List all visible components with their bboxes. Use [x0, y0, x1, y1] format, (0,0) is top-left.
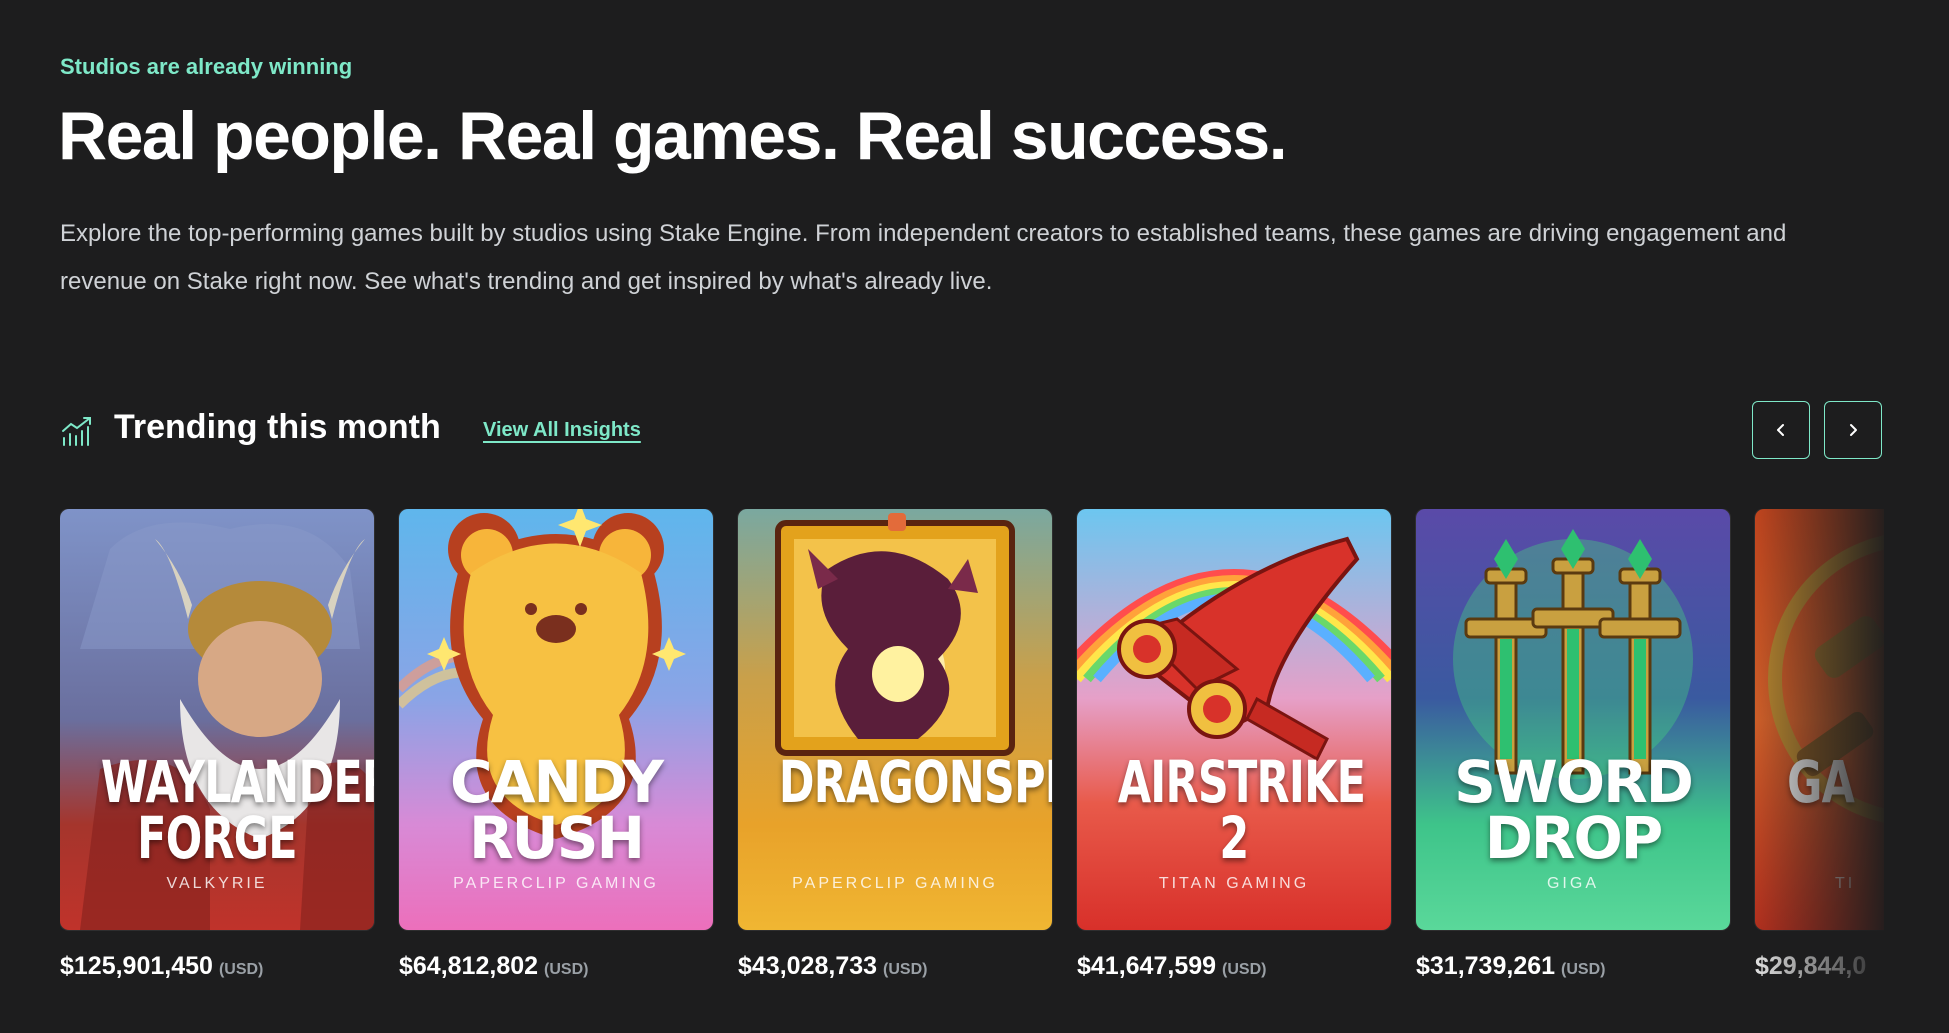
game-cover[interactable]: GA TI: [1755, 509, 1884, 930]
game-cover[interactable]: CANDY RUSH PAPERCLIP GAMING: [399, 509, 713, 930]
game-title: CANDY RUSH: [450, 748, 664, 872]
chevron-right-icon: [1850, 424, 1857, 436]
earnings-amount: $64,812,802: [399, 952, 539, 980]
studio-name: VALKYRIE: [166, 875, 268, 892]
section-eyebrow: Studios are already winning: [60, 54, 353, 79]
trending-chart-icon: [62, 417, 91, 446]
earnings-currency: (USD): [1561, 961, 1606, 978]
intro-paragraph: Explore the top-performing games built b…: [60, 220, 1787, 295]
game-earnings: $43,028,733 (USD): [738, 952, 927, 981]
earnings-currency: (USD): [1222, 961, 1267, 978]
game-card[interactable]: GA TI $29,844,0: [1755, 509, 1884, 980]
studio-name: TITAN GAMING: [1158, 875, 1310, 892]
studio-name: GIGA: [1546, 875, 1599, 892]
earnings-amount: $43,028,733: [738, 952, 878, 980]
game-cover[interactable]: AIRSTRIKE 2 TITAN GAMING: [1077, 509, 1391, 930]
earnings-currency: (USD): [218, 961, 264, 978]
earnings-amount: $125,901,450: [60, 952, 213, 980]
studio-name: PAPERCLIP GAMING: [453, 875, 659, 892]
game-cover[interactable]: DRAGONSPIRE PAPERCLIP GAMING: [738, 509, 1052, 930]
earnings-currency: (USD): [544, 961, 589, 978]
game-card[interactable]: CANDY RUSH PAPERCLIP GAMING $64,812,802 (…: [399, 509, 713, 980]
page-headline: Real people. Real games. Real success.: [58, 98, 1288, 174]
carousel-prev-button[interactable]: [1752, 401, 1810, 459]
game-earnings: $29,844,0: [1755, 952, 1872, 981]
trending-title: Trending this month: [114, 408, 441, 446]
earnings-amount: $29,844,0: [1755, 952, 1867, 980]
earnings-amount: $31,739,261: [1416, 952, 1556, 980]
game-title: DRAGONSPIRE: [778, 748, 1052, 816]
games-carousel: WAYLANDERS FORGE VALKYRIE $125,901,450 (U…: [60, 509, 1884, 989]
earnings-amount: $41,647,599: [1077, 952, 1217, 980]
studio-name: TI: [1835, 875, 1856, 892]
game-title: GA: [1787, 748, 1855, 816]
game-title: WAYLANDERS FORGE: [100, 748, 374, 872]
view-all-insights-link[interactable]: View All Insights: [483, 419, 641, 442]
game-card[interactable]: DRAGONSPIRE PAPERCLIP GAMING $43,028,733…: [738, 509, 1052, 980]
game-card[interactable]: AIRSTRIKE 2 TITAN GAMING $41,647,599 (USD…: [1077, 509, 1391, 980]
game-earnings: $31,739,261 (USD): [1416, 952, 1605, 981]
game-title: SWORD DROP: [1454, 748, 1694, 872]
game-earnings: $41,647,599 (USD): [1077, 952, 1266, 981]
game-card[interactable]: SWORD DROP GIGA $31,739,261 (USD): [1416, 509, 1730, 980]
game-title: AIRSTRIKE 2: [1117, 748, 1366, 872]
chevron-left-icon: [1777, 424, 1784, 436]
game-earnings: $64,812,802 (USD): [399, 952, 588, 981]
carousel-next-button[interactable]: [1824, 401, 1882, 459]
studio-name: PAPERCLIP GAMING: [792, 875, 998, 892]
dragon-artwork: [738, 509, 1052, 930]
game-card[interactable]: WAYLANDERS FORGE VALKYRIE $125,901,450 (U…: [60, 509, 374, 980]
game-earnings: $125,901,450 (USD): [60, 952, 263, 981]
earnings-currency: (USD): [883, 961, 928, 978]
game-cover[interactable]: SWORD DROP GIGA: [1416, 509, 1730, 930]
partial-game-artwork: [1755, 509, 1884, 930]
game-cover[interactable]: WAYLANDERS FORGE VALKYRIE: [60, 509, 374, 930]
